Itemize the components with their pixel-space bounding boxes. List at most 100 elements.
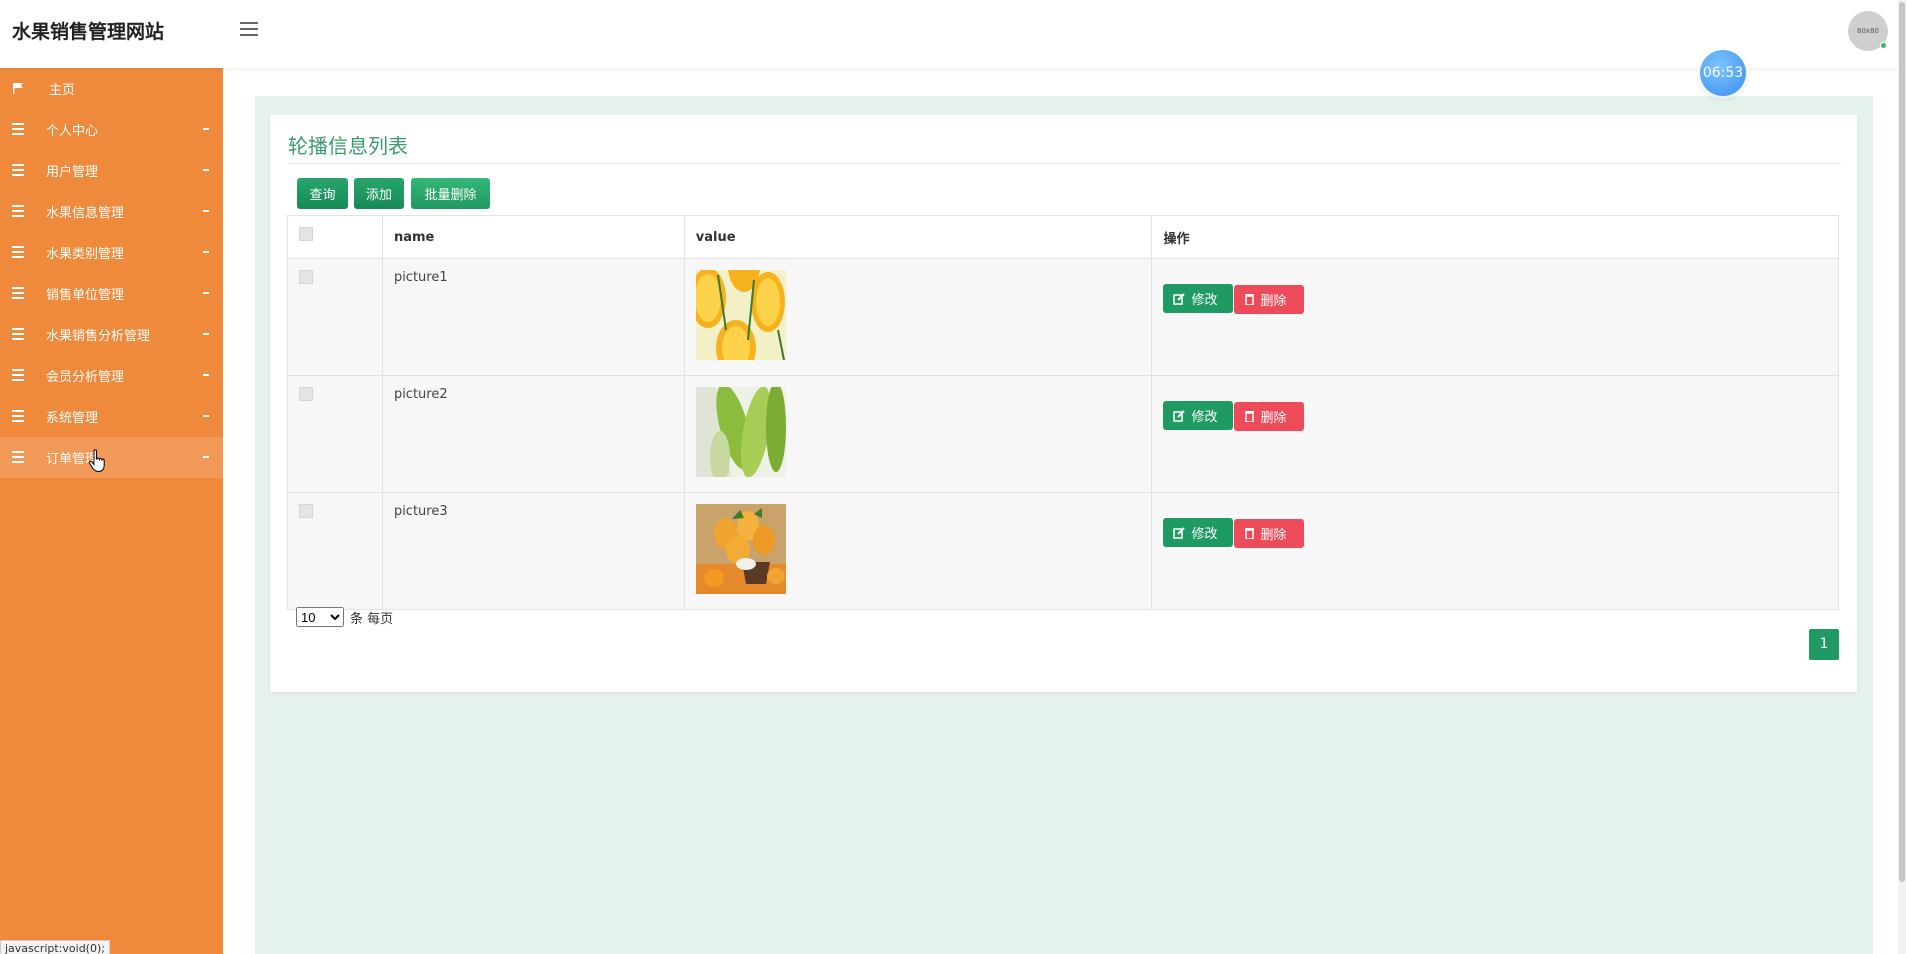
row-value-cell <box>683 492 1153 610</box>
sidebar-item-sales-analysis[interactable]: 水果销售分析管理 <box>0 314 223 355</box>
page-size-suffix: 条 每页 <box>350 611 394 627</box>
delete-button[interactable]: 删除 <box>1234 401 1305 431</box>
row-actions-cell: 修改 删除 <box>1151 492 1839 610</box>
table-row: picture1 修改 删除 <box>287 240 1839 376</box>
edit-icon <box>1173 293 1186 305</box>
green-mango-image <box>695 382 786 483</box>
menu-icon <box>12 369 24 381</box>
menu-icon <box>12 246 24 258</box>
row-name: picture2 <box>381 375 685 493</box>
hamburger-menu-icon[interactable] <box>240 22 258 36</box>
row-name: picture1 <box>381 258 685 376</box>
batch-delete-button[interactable]: 批量删除 <box>411 178 490 209</box>
sidebar-item-label: 会员分析管理 <box>46 370 125 385</box>
sidebar-item-label: 水果信息管理 <box>46 206 125 221</box>
menu-icon <box>12 328 24 340</box>
edit-icon <box>1173 527 1186 539</box>
table-row: picture2 修改 删除 <box>287 375 1839 493</box>
expand-arrow-icon <box>203 374 209 376</box>
edit-label: 修改 <box>1191 293 1218 308</box>
sidebar-item-user-management[interactable]: 用户管理 <box>0 150 223 191</box>
orange-slices-image <box>689 240 786 376</box>
flag-icon <box>12 82 24 94</box>
sidebar-item-fruit-info[interactable]: 水果信息管理 <box>0 191 223 232</box>
select-all-checkbox[interactable] <box>299 226 313 241</box>
sidebar-item-fruit-category[interactable]: 水果类别管理 <box>0 232 223 273</box>
scrollbar-thumb[interactable] <box>1899 2 1905 882</box>
row-name: picture3 <box>381 492 685 610</box>
page-button-current[interactable]: 1 <box>1809 629 1839 660</box>
add-button[interactable]: 添加 <box>354 178 404 209</box>
delete-label: 删除 <box>1260 293 1287 309</box>
sidebar: 主页 个人中心 用户管理 水果信息管理 水果类别管理 销售单位管理 水果销售分析… <box>0 68 223 954</box>
title-divider <box>288 163 1841 164</box>
menu-icon <box>12 123 24 135</box>
edit-icon <box>1173 410 1186 422</box>
expand-arrow-icon <box>203 169 209 171</box>
sidebar-item-personal-center[interactable]: 个人中心 <box>0 109 223 150</box>
sidebar-item-label: 系统管理 <box>46 411 99 426</box>
page-scrollbar[interactable] <box>1898 0 1906 954</box>
table-row: picture3 修改 删除 <box>287 492 1839 610</box>
sidebar-item-label: 个人中心 <box>46 124 99 139</box>
sidebar-item-label: 水果类别管理 <box>46 247 125 262</box>
avatar-placeholder-text: 80x80 <box>1857 27 1879 35</box>
avatar[interactable]: 80x80 <box>1848 11 1888 51</box>
delete-button[interactable]: 删除 <box>1234 518 1305 548</box>
sidebar-item-home[interactable]: 主页 <box>0 68 223 109</box>
trash-icon <box>1245 411 1255 422</box>
row-select-cell <box>287 492 383 610</box>
mango-basket-image <box>695 504 786 594</box>
sidebar-item-label: 销售单位管理 <box>46 288 125 303</box>
expand-arrow-icon <box>203 415 209 417</box>
top-bar: 水果销售管理网站 80x80 <box>0 0 1906 68</box>
expand-arrow-icon <box>203 251 209 253</box>
status-bar-url: javascript:void(0); <box>0 940 110 954</box>
sidebar-item-label: 水果销售分析管理 <box>46 329 151 344</box>
row-checkbox[interactable] <box>299 270 313 284</box>
select-all-cell <box>287 215 383 259</box>
menu-icon <box>12 287 24 299</box>
column-header-value: value <box>683 215 1153 259</box>
column-header-name: name <box>381 215 685 259</box>
sidebar-item-sales-unit[interactable]: 销售单位管理 <box>0 273 223 314</box>
menu-icon <box>12 410 24 422</box>
edit-label: 修改 <box>1191 527 1218 542</box>
clock-badge: 06:53 <box>1700 50 1746 96</box>
row-actions-cell: 修改 删除 <box>1151 258 1839 376</box>
edit-button[interactable]: 修改 <box>1163 401 1234 430</box>
expand-arrow-icon <box>203 128 209 130</box>
row-value-cell <box>683 375 1153 493</box>
edit-label: 修改 <box>1191 410 1218 425</box>
table-header-row: name value 操作 <box>287 215 1839 259</box>
menu-icon <box>12 164 24 176</box>
page-title: 轮播信息列表 <box>288 134 408 158</box>
sidebar-item-member-analysis[interactable]: 会员分析管理 <box>0 355 223 396</box>
delete-button[interactable]: 删除 <box>1234 284 1305 314</box>
expand-arrow-icon <box>203 292 209 294</box>
row-actions-cell: 修改 删除 <box>1151 375 1839 493</box>
sidebar-item-label: 用户管理 <box>46 165 99 180</box>
page-size-control: 10 条 每页 <box>296 607 393 627</box>
edit-button[interactable]: 修改 <box>1163 518 1234 547</box>
row-value-cell <box>683 240 1153 376</box>
trash-icon <box>1245 294 1255 305</box>
sidebar-item-system[interactable]: 系统管理 <box>0 396 223 437</box>
page-size-select[interactable]: 10 <box>296 607 344 627</box>
query-button[interactable]: 查询 <box>297 178 348 209</box>
row-checkbox[interactable] <box>299 504 313 518</box>
row-checkbox[interactable] <box>299 387 313 401</box>
expand-arrow-icon <box>203 210 209 212</box>
trash-icon <box>1245 528 1255 539</box>
expand-arrow-icon <box>203 456 209 458</box>
expand-arrow-icon <box>203 333 209 335</box>
carousel-list-panel: 轮播信息列表 查询 添加 批量删除 name value 操作 picture1 <box>270 115 1857 692</box>
carousel-table: name value 操作 picture1 修改 删除 picture2 修改… <box>287 215 1839 610</box>
row-select-cell <box>287 258 383 376</box>
menu-icon <box>12 451 24 463</box>
site-title: 水果销售管理网站 <box>12 21 165 43</box>
row-select-cell <box>287 375 383 493</box>
edit-button[interactable]: 修改 <box>1163 284 1234 313</box>
online-status-dot <box>1880 42 1887 49</box>
sidebar-item-orders[interactable]: 订单管理 <box>0 437 223 478</box>
